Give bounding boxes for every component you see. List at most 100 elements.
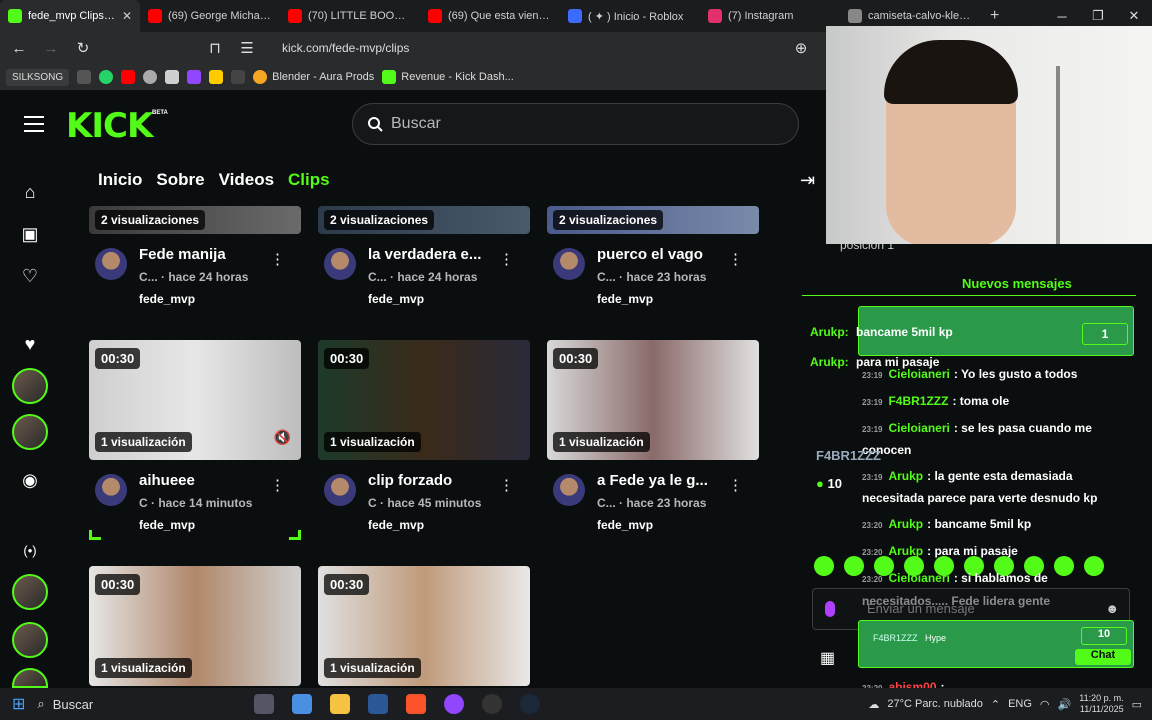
emote-icon[interactable] — [814, 556, 834, 576]
following-icon[interactable]: ♡ — [18, 264, 42, 288]
taskbar-search[interactable]: ⌕ Buscar — [25, 696, 245, 712]
clip-thumbnail[interactable]: 2 visualizaciones — [89, 206, 301, 234]
tab-instagram[interactable]: (7) Instagram — [700, 0, 840, 32]
clock[interactable]: 11:20 p. m. 11/11/2025 — [1079, 693, 1123, 715]
windows-taskbar: ⊞ ⌕ Buscar ☁ 27°C Parc. nublado ⌃ ENG ◠ … — [0, 688, 1152, 720]
more-options-icon[interactable]: ⋮ — [499, 250, 514, 268]
whatsapp-icon[interactable] — [99, 70, 114, 84]
url-field[interactable]: kick.com/fede-mvp/clips — [282, 41, 409, 55]
bookmark-blender[interactable]: Blender - Aura Prods — [253, 70, 374, 84]
more-options-icon[interactable]: ⋮ — [728, 476, 743, 494]
tab-youtube-2[interactable]: (70) LITTLE BOOGIE - LI — [280, 0, 420, 32]
collapse-chat-icon[interactable]: ⇥ — [800, 170, 815, 191]
bookmark-icon[interactable] — [231, 70, 246, 84]
tray-chevron-icon[interactable]: ⌃ — [991, 698, 1000, 711]
avatar[interactable] — [95, 474, 127, 506]
clip-thumbnail[interactable]: 00:30 1 visualización — [318, 566, 530, 686]
emote-icon[interactable] — [1054, 556, 1074, 576]
avatar[interactable] — [12, 668, 48, 688]
notification-icon[interactable]: ▭ — [1132, 698, 1142, 711]
avatar[interactable] — [95, 248, 127, 280]
robot-icon[interactable]: ◉ — [18, 468, 42, 492]
emoji-icon[interactable]: ☻ — [1105, 601, 1119, 616]
file-explorer-icon[interactable] — [330, 694, 351, 714]
avatar[interactable] — [324, 474, 356, 506]
emote-icon[interactable] — [844, 556, 864, 576]
tab-youtube-1[interactable]: (69) George Michael - C — [140, 0, 280, 32]
chat-button[interactable]: Chat — [1075, 649, 1131, 665]
bookmark-icon[interactable] — [209, 70, 224, 84]
bookmark-silksong[interactable]: SILKSONG — [6, 68, 70, 86]
windows-start-icon[interactable]: ⊞ — [12, 694, 25, 714]
avatar[interactable] — [553, 248, 585, 280]
back-icon[interactable]: ← — [8, 40, 30, 57]
tab-roblox[interactable]: ( ✦ ) Inicio - Roblox — [560, 0, 700, 32]
reload-icon[interactable]: ↻ — [72, 39, 94, 57]
left-sidebar: ⌂ ▣ ♡ ♥ ◉ (•) — [0, 156, 60, 688]
clip-thumbnail[interactable]: 2 visualizaciones — [318, 206, 530, 234]
word-icon[interactable] — [368, 694, 389, 714]
more-options-icon[interactable]: ⋮ — [270, 476, 285, 494]
tab-inicio[interactable]: Inicio — [98, 170, 142, 190]
emote-icon[interactable] — [1084, 556, 1104, 576]
tab-videos[interactable]: Videos — [219, 170, 274, 190]
steam-icon[interactable] — [520, 694, 541, 714]
restore-icon[interactable]: ❐ — [1080, 8, 1116, 24]
browse-icon[interactable]: ▣ — [18, 222, 42, 246]
mic-icon[interactable] — [825, 601, 835, 617]
youtube-icon — [148, 9, 162, 23]
wifi-icon[interactable]: ◠ — [1040, 698, 1050, 711]
hype-user-left[interactable]: F4BR1ZZZ — [816, 448, 881, 463]
expand-icon[interactable]: (•) — [18, 538, 42, 562]
more-options-icon[interactable]: ⋮ — [499, 476, 514, 494]
tab-sobre[interactable]: Sobre — [156, 170, 204, 190]
clip-thumbnail[interactable]: 00:30 1 visualización — [89, 566, 301, 686]
tab-youtube-3[interactable]: (69) Que esta viendo D — [420, 0, 560, 32]
apps-icon[interactable] — [77, 70, 92, 84]
avatar[interactable] — [12, 574, 48, 610]
minimize-icon[interactable]: ─ — [1044, 9, 1080, 24]
zoom-icon[interactable]: ⊕ — [790, 39, 812, 57]
beta-label: BETA — [152, 110, 168, 116]
new-tab-button[interactable]: + — [980, 7, 1009, 25]
close-tab-icon[interactable]: ✕ — [122, 9, 132, 23]
tab-kick-clips[interactable]: fede_mvp Clips - W ✕ — [0, 0, 140, 32]
avatar[interactable] — [324, 248, 356, 280]
site-info-icon[interactable]: ☰ — [236, 39, 258, 57]
youtube-icon[interactable] — [121, 70, 136, 84]
more-options-icon[interactable]: ⋮ — [270, 250, 285, 268]
menu-icon[interactable] — [24, 116, 44, 137]
bookmark-icon[interactable] — [165, 70, 180, 84]
home-icon[interactable]: ⌂ — [18, 180, 42, 204]
tab-clips[interactable]: Clips — [288, 170, 330, 190]
task-view-icon[interactable] — [254, 694, 275, 714]
bookmark-revenue[interactable]: Revenue - Kick Dash... — [382, 70, 514, 84]
clip-thumbnail[interactable]: 00:30 1 visualización 🔇 — [89, 340, 301, 460]
clip-thumbnail[interactable]: 2 visualizaciones — [547, 206, 759, 234]
kick-logo[interactable]: KICK — [66, 106, 153, 146]
volume-icon[interactable]: 🔊 — [1058, 698, 1072, 711]
avatar[interactable] — [12, 414, 48, 450]
discord-icon[interactable] — [444, 694, 465, 714]
avatar[interactable] — [12, 622, 48, 658]
clip-card: clip forzado C · hace 45 minutos fede_mv… — [318, 470, 530, 534]
new-messages-divider[interactable]: Nuevos mensajes — [962, 276, 1072, 291]
clip-card: puerco el vago C... · hace 23 horas fede… — [547, 244, 759, 308]
close-window-icon[interactable]: ✕ — [1116, 8, 1152, 24]
store-icon[interactable]: ▦ — [820, 648, 835, 668]
copilot-icon[interactable] — [292, 694, 313, 714]
obs-icon[interactable] — [482, 694, 503, 714]
search-input[interactable]: Buscar — [352, 103, 799, 145]
forward-icon[interactable]: → — [40, 40, 62, 57]
weather-icon[interactable]: ☁ — [868, 698, 879, 711]
twitch-icon[interactable] — [187, 70, 202, 84]
bookmark-icon[interactable] — [143, 70, 158, 84]
avatar[interactable] — [12, 368, 48, 404]
clip-thumbnail[interactable]: 00:30 1 visualización — [318, 340, 530, 460]
more-options-icon[interactable]: ⋮ — [728, 250, 743, 268]
mute-icon[interactable]: 🔇 — [274, 429, 291, 446]
bookmark-icon[interactable]: ⊓ — [204, 39, 226, 57]
clip-thumbnail[interactable]: 00:30 1 visualización — [547, 340, 759, 460]
avatar[interactable] — [553, 474, 585, 506]
brave-icon[interactable] — [406, 694, 427, 714]
